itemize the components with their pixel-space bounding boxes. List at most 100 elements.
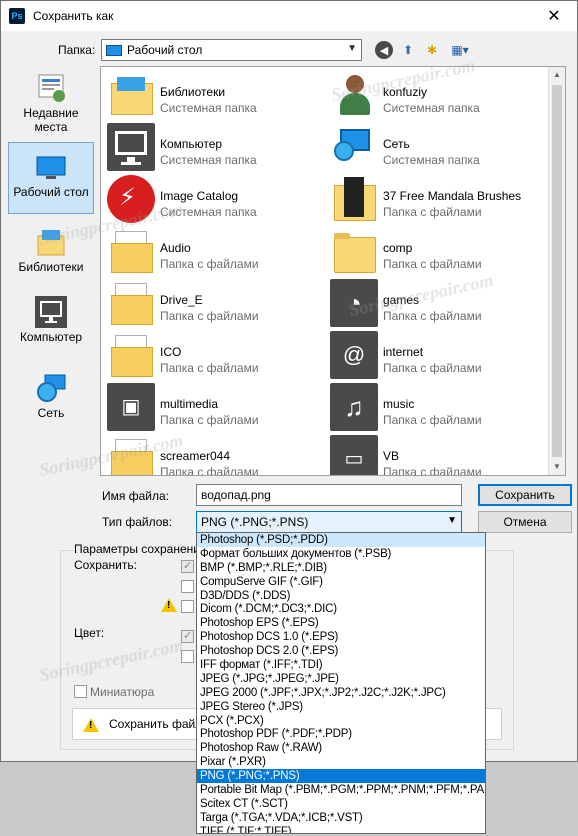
file-type: Папка с файлами <box>160 257 259 271</box>
file-type: Папка с файлами <box>160 309 259 323</box>
file-item[interactable]: Image Catalog Системная папка <box>103 173 323 225</box>
scroll-thumb[interactable] <box>552 85 562 457</box>
filetype-option[interactable]: JPEG Stereo (*.JPS) <box>197 700 485 714</box>
cancel-button[interactable]: Отмена <box>478 511 572 533</box>
file-name: 37 Free Mandala Brushes <box>383 189 522 203</box>
folder-icon <box>107 279 155 327</box>
filetype-option[interactable]: PNG (*.PNG;*.PNS) <box>197 769 485 784</box>
file-name: screamer044 <box>160 449 231 463</box>
place-desktop[interactable]: Рабочий стол <box>8 142 94 214</box>
filename-input[interactable]: водопад.png <box>196 484 462 506</box>
filetype-option[interactable]: BMP (*.BMP;*.RLE;*.DIB) <box>197 561 485 575</box>
file-list[interactable]: Библиотеки Системная папка konfuziy Сист… <box>100 66 566 476</box>
file-name: Audio <box>160 241 191 255</box>
filetype-option[interactable]: Формат больших документов (*.PSB) <box>197 547 485 561</box>
file-type: Системная папка <box>383 101 480 115</box>
computer-icon <box>107 123 155 171</box>
folder-dropdown[interactable]: Рабочий стол ▼ <box>101 39 362 61</box>
filetype-option[interactable]: D3D/DDS (*.DDS) <box>197 589 485 603</box>
back-button[interactable]: ◀ <box>375 41 393 59</box>
file-item[interactable]: Drive_E Папка с файлами <box>103 277 323 329</box>
filetype-label: Тип файлов: <box>102 515 173 529</box>
close-button[interactable]: ✕ <box>531 1 577 31</box>
file-type: Папка с файлами <box>383 257 482 271</box>
folder-icon <box>330 227 378 275</box>
multimedia-icon: ▣ <box>107 383 155 431</box>
folder-icon <box>107 435 155 475</box>
place-label: Сеть <box>37 406 65 420</box>
computer-icon <box>35 296 67 328</box>
file-name: Drive_E <box>160 293 203 307</box>
file-item[interactable]: ▭ VB Папка с файлами <box>326 433 546 475</box>
file-type: Системная папка <box>160 205 257 219</box>
file-item[interactable]: Компьютер Системная папка <box>103 121 323 173</box>
file-item[interactable]: ICO Папка с файлами <box>103 329 323 381</box>
filetype-option[interactable]: Pixar (*.PXR) <box>197 755 485 769</box>
view-menu-button[interactable]: ▦▾ <box>447 41 473 59</box>
filetype-option[interactable]: TIFF (*.TIF;*.TIFF) <box>197 825 485 833</box>
save-button[interactable]: Сохранить <box>478 484 572 506</box>
file-item[interactable]: 37 Free Mandala Brushes Папка с файлами <box>326 173 546 225</box>
file-item[interactable]: comp Папка с файлами <box>326 225 546 277</box>
place-libraries[interactable]: Библиотеки <box>8 226 94 274</box>
up-folder-button[interactable]: ⬆ <box>399 41 417 59</box>
filetype-option[interactable]: Scitex CT (*.SCT) <box>197 797 485 811</box>
filetype-dropdown-list[interactable]: Photoshop (*.PSD;*.PDD) Формат больших до… <box>196 532 486 834</box>
user-folder-icon <box>330 71 378 119</box>
file-type: Папка с файлами <box>383 205 482 219</box>
save-options-label: Сохранить: <box>74 558 137 572</box>
place-recent[interactable]: Недавние места <box>8 72 94 134</box>
filetype-option[interactable]: Photoshop PDF (*.PDF;*.PDP) <box>197 727 485 741</box>
file-item[interactable]: @ internet Папка с файлами <box>326 329 546 381</box>
file-name: games <box>383 293 420 307</box>
filetype-option[interactable]: IFF формат (*.IFF;*.TDI) <box>197 658 485 672</box>
filetype-select[interactable]: PNG (*.PNG;*.PNS) ▼ <box>196 511 462 533</box>
file-item[interactable]: ◔ games Папка с файлами <box>326 277 546 329</box>
thumbnail-checkbox[interactable] <box>74 685 87 698</box>
file-type: Папка с файлами <box>383 361 482 375</box>
option-checkbox[interactable] <box>181 629 194 643</box>
filetype-option[interactable]: JPEG (*.JPG;*.JPEG;*.JPE) <box>197 672 485 686</box>
file-item[interactable]: konfuziy Системная папка <box>326 69 546 121</box>
option-checkbox[interactable] <box>181 580 194 593</box>
scroll-down-icon[interactable]: ▼ <box>549 459 565 475</box>
filetype-option[interactable]: PCX (*.PCX) <box>197 714 485 728</box>
file-item[interactable]: Библиотеки Системная папка <box>103 69 323 121</box>
file-item[interactable]: screamer044 Папка с файлами <box>103 433 323 475</box>
file-item[interactable]: ▣ multimedia Папка с файлами <box>103 381 323 433</box>
file-item[interactable]: ♫ music Папка с файлами <box>326 381 546 433</box>
file-name: Сеть <box>383 137 410 151</box>
file-type: Системная папка <box>383 153 480 167</box>
photoshop-icon: Ps <box>9 8 25 24</box>
warning-icon <box>83 718 99 732</box>
place-computer[interactable]: Компьютер <box>8 296 94 344</box>
filetype-option[interactable]: Photoshop Raw (*.RAW) <box>197 741 485 755</box>
filetype-option[interactable]: Portable Bit Map (*.PBM;*.PGM;*.PPM;*.PN… <box>197 783 485 797</box>
filetype-option[interactable]: JPEG 2000 (*.JPF;*.JPX;*.JP2;*.J2C;*.J2K… <box>197 686 485 700</box>
libraries-icon <box>35 226 67 258</box>
option-checkbox[interactable] <box>181 559 194 573</box>
filetype-option[interactable]: Photoshop (*.PSD;*.PDD) <box>197 533 485 547</box>
filetype-option[interactable]: Dicom (*.DCM;*.DC3;*.DIC) <box>197 602 485 616</box>
file-list-scrollbar[interactable]: ▲ ▼ <box>548 67 565 475</box>
color-label: Цвет: <box>74 626 105 640</box>
file-item[interactable]: Сеть Системная папка <box>326 121 546 173</box>
filetype-option[interactable]: Photoshop DCS 2.0 (*.EPS) <box>197 644 485 658</box>
option-checkbox[interactable] <box>181 600 194 613</box>
new-folder-button[interactable]: ✱ <box>423 41 441 59</box>
file-name: Компьютер <box>160 137 223 151</box>
place-label: Библиотеки <box>18 260 84 274</box>
filetype-option[interactable]: Photoshop EPS (*.EPS) <box>197 616 485 630</box>
scroll-up-icon[interactable]: ▲ <box>549 67 565 83</box>
filename-label: Имя файла: <box>102 489 169 503</box>
folder-value: Рабочий стол <box>127 43 203 57</box>
file-item[interactable]: Audio Папка с файлами <box>103 225 323 277</box>
filetype-option[interactable]: Photoshop DCS 1.0 (*.EPS) <box>197 630 485 644</box>
place-network[interactable]: Сеть <box>8 372 94 420</box>
filetype-option[interactable]: Targa (*.TGA;*.VDA;*.ICB;*.VST) <box>197 811 485 825</box>
desktop-icon <box>106 44 122 56</box>
file-name: ICO <box>160 345 182 359</box>
window-title: Сохранить как <box>33 9 114 23</box>
option-checkbox[interactable] <box>181 650 194 663</box>
filetype-option[interactable]: CompuServe GIF (*.GIF) <box>197 575 485 589</box>
